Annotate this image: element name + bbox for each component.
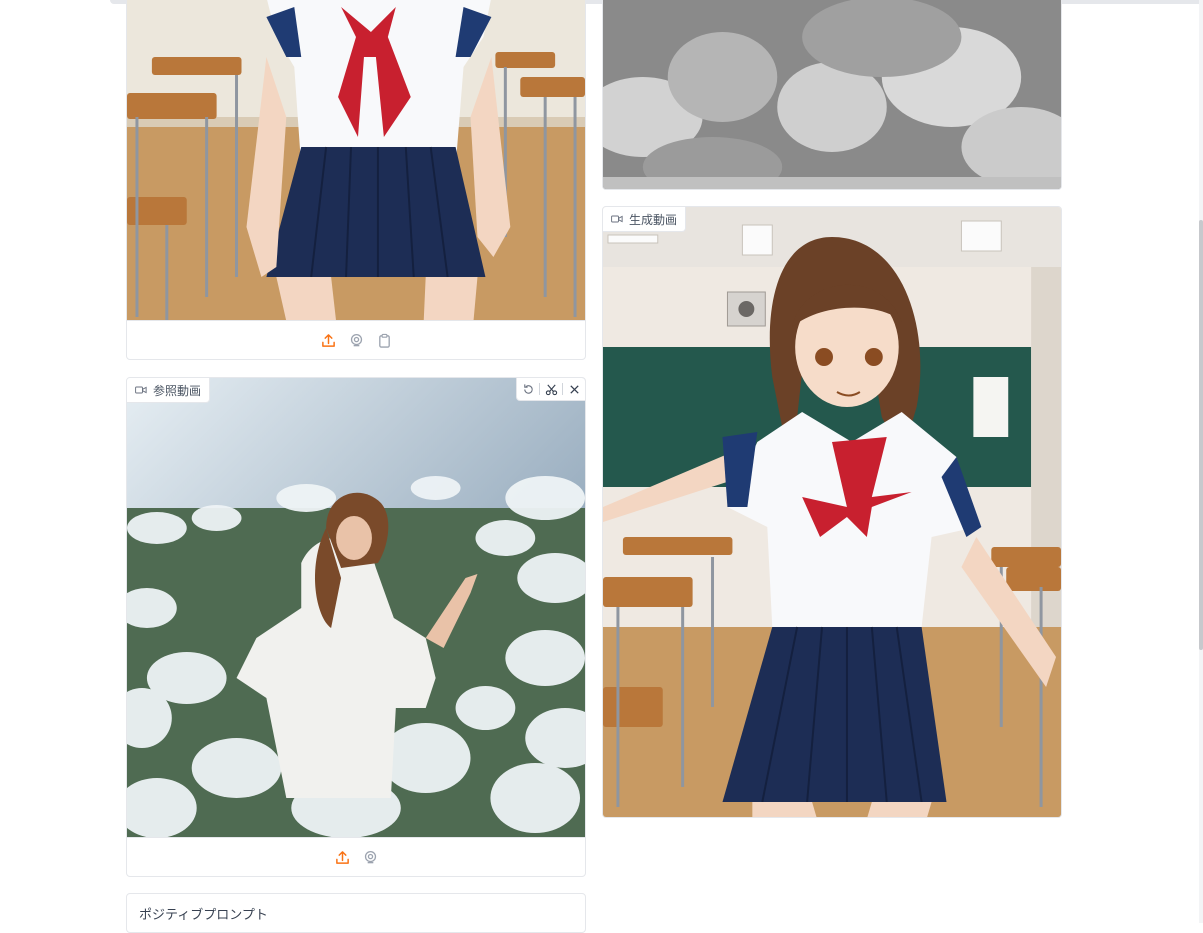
clipboard-icon[interactable]	[376, 332, 392, 348]
positive-prompt-field[interactable]: ポジティブプロンプト	[126, 893, 586, 933]
video-camera-icon	[611, 215, 623, 223]
scissors-icon[interactable]	[540, 378, 562, 400]
upload-icon[interactable]	[320, 332, 336, 348]
generated-video-panel: 生成動画	[602, 206, 1062, 818]
input-image-actions	[127, 320, 585, 359]
reference-video-label: 参照動画	[127, 378, 211, 403]
generated-video-label: 生成動画	[603, 207, 687, 232]
close-icon[interactable]	[563, 378, 585, 400]
generated-video-player[interactable]	[603, 207, 1061, 817]
webcam-icon[interactable]	[348, 332, 364, 348]
depth-map-image	[603, 0, 1061, 189]
undo-icon[interactable]	[517, 378, 539, 400]
scrollbar[interactable]	[1199, 0, 1203, 923]
reference-video-toolbar	[516, 378, 585, 401]
scrollbar-thumb[interactable]	[1199, 220, 1203, 650]
reference-video-player[interactable]	[127, 378, 585, 838]
reference-video-actions	[127, 837, 585, 876]
depth-map-panel	[602, 0, 1062, 190]
video-camera-icon	[135, 386, 147, 394]
reference-video-panel: 参照動画	[126, 377, 586, 877]
reference-video-title: 参照動画	[153, 383, 202, 398]
input-image	[127, 0, 585, 321]
upload-icon[interactable]	[334, 849, 350, 865]
input-image-panel	[126, 0, 586, 360]
webcam-icon[interactable]	[362, 849, 378, 865]
positive-prompt-label: ポジティブプロンプト	[139, 907, 268, 922]
generated-video-title: 生成動画	[629, 212, 678, 227]
